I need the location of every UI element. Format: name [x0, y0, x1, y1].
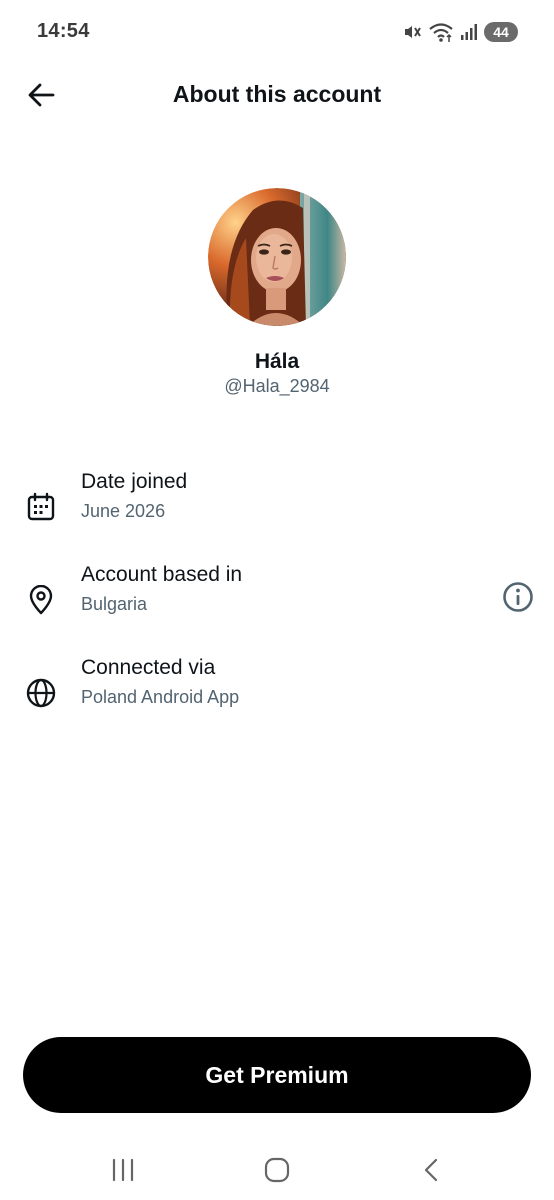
info-icon: [503, 582, 533, 612]
status-time: 14:54: [37, 20, 90, 42]
wifi-icon: [428, 21, 454, 43]
avatar[interactable]: [208, 188, 346, 326]
info-row-connected-via: Connected via Poland Android App: [0, 656, 554, 726]
about-account-screen: 14:54 44 About this account Hála @Hala_2…: [0, 0, 554, 1200]
account-based-in-label: Account based in: [81, 563, 243, 586]
globe-icon: [24, 676, 58, 710]
header: About this account: [0, 62, 554, 130]
navigation-bar: [0, 1140, 554, 1200]
account-based-in-value: Bulgaria: [81, 594, 148, 614]
battery-icon: 44: [484, 22, 518, 42]
info-row-date-joined: Date joined June 2026: [0, 470, 554, 540]
get-premium-button[interactable]: Get Premium: [23, 1037, 531, 1113]
connected-via-value: Poland Android App: [81, 687, 240, 707]
date-joined-value: June 2026: [81, 501, 166, 521]
back-icon: [424, 1158, 438, 1182]
location-pin-icon: [24, 583, 58, 617]
info-row-account-based-in: Account based in Bulgaria: [0, 563, 554, 633]
profile-photo: [208, 188, 346, 326]
recent-apps-icon: [112, 1158, 134, 1182]
status-icons: 44: [402, 19, 518, 45]
page-title: About this account: [172, 81, 382, 107]
username-handle: @Hala_2984: [224, 376, 330, 396]
system-back-button[interactable]: [412, 1150, 452, 1190]
home-button[interactable]: [257, 1150, 297, 1190]
home-icon: [264, 1157, 290, 1183]
calendar-icon: [24, 490, 58, 524]
mute-icon: [402, 22, 422, 42]
status-bar: 14:54 44: [0, 0, 554, 62]
connected-via-label: Connected via: [81, 656, 216, 679]
info-button[interactable]: [500, 579, 536, 615]
recent-apps-button[interactable]: [103, 1150, 143, 1190]
date-joined-label: Date joined: [81, 470, 188, 493]
signal-icon: [460, 23, 478, 41]
display-name: Hála: [254, 350, 300, 373]
